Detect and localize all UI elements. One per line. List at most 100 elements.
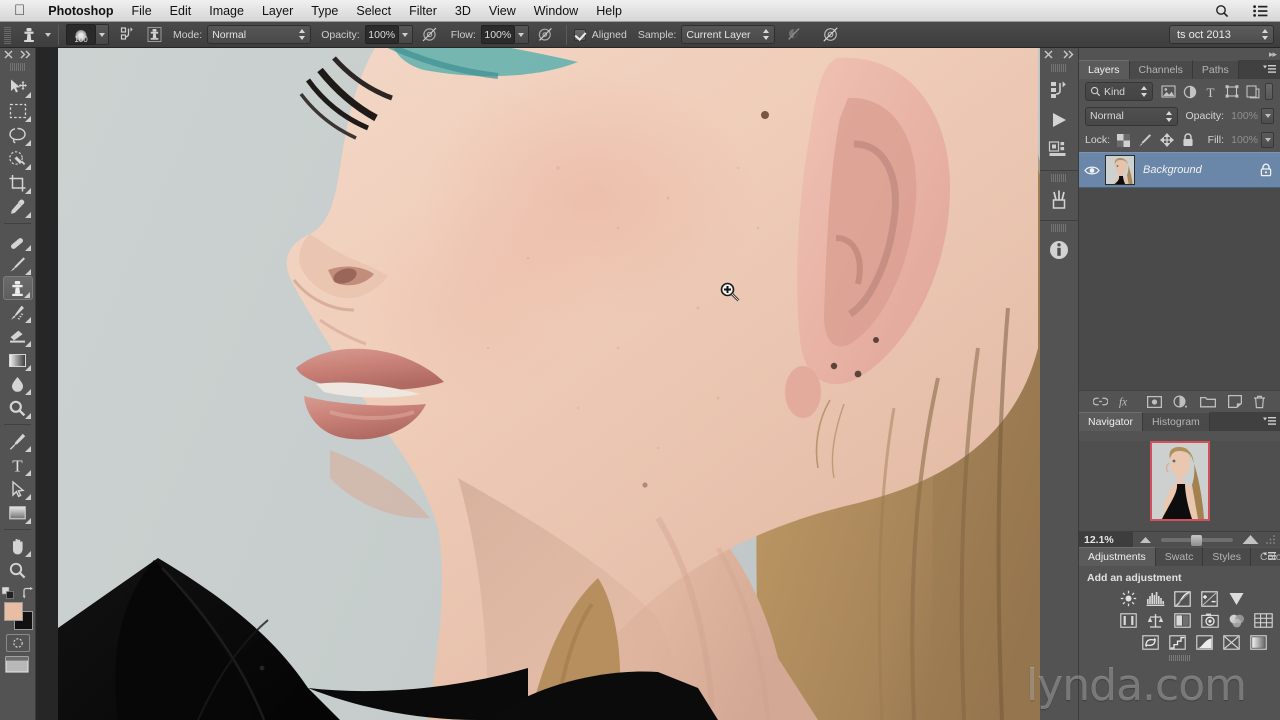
folder-icon[interactable]	[1200, 396, 1217, 408]
gradient-map-icon[interactable]	[1221, 633, 1242, 652]
rectangle-shape-tool[interactable]	[3, 501, 33, 525]
canvas-area[interactable]	[36, 48, 1040, 720]
type-tool[interactable]: T	[3, 453, 33, 477]
sample-select[interactable]: Current Layer	[681, 25, 776, 44]
eraser-tool[interactable]	[3, 324, 33, 348]
panel-menu-icon[interactable]	[1263, 64, 1276, 75]
posterize-icon[interactable]	[1167, 633, 1188, 652]
clone-stamp-icon[interactable]	[16, 25, 42, 45]
large-mountain-icon[interactable]	[1242, 534, 1259, 545]
panel-menu-icon[interactable]	[1263, 551, 1276, 562]
tab-navigator[interactable]: Navigator	[1079, 412, 1143, 431]
brush-tool[interactable]	[3, 252, 33, 276]
layer-filter-select[interactable]: Kind	[1085, 82, 1153, 101]
opacity-dropdown-button[interactable]	[398, 25, 413, 44]
exposure-icon[interactable]	[1199, 589, 1220, 608]
black-white-icon[interactable]	[1172, 611, 1193, 630]
toggle-clone-source-panel-icon[interactable]	[143, 25, 165, 45]
navigator-zoom-value[interactable]: 12.1%	[1079, 531, 1133, 548]
panel-collapse-bar[interactable]: ▸▸	[1079, 48, 1280, 60]
fx-icon[interactable]: fx	[1119, 395, 1135, 408]
mode-select[interactable]: Normal	[207, 25, 312, 44]
menu-item-edit[interactable]: Edit	[161, 0, 201, 22]
document-canvas[interactable]	[58, 48, 1040, 720]
zoom-slider-handle[interactable]	[1191, 534, 1202, 546]
clone-stamp-tool[interactable]	[2, 276, 33, 300]
pen-tool[interactable]	[3, 429, 33, 453]
new-layer-icon[interactable]	[1227, 395, 1242, 408]
menu-item-window[interactable]: Window	[525, 0, 587, 22]
aligned-checkbox[interactable]	[573, 28, 586, 41]
smart-object-filter-icon[interactable]	[1244, 83, 1261, 100]
airbrush-icon[interactable]	[535, 25, 557, 45]
foreground-color-swatch[interactable]	[3, 602, 23, 621]
tab-layers[interactable]: Layers	[1079, 60, 1130, 79]
tab-swatches[interactable]: Swatc	[1155, 547, 1204, 566]
brush-presets-panel-icon[interactable]	[1044, 185, 1074, 215]
path-selection-tool[interactable]	[3, 477, 33, 501]
filter-toggle-icon[interactable]	[1265, 83, 1273, 100]
spotlight-search-icon[interactable]	[1203, 4, 1241, 18]
menu-item-file[interactable]: File	[123, 0, 161, 22]
double-chevron-right-icon[interactable]	[1063, 50, 1074, 59]
zoom-tool[interactable]	[3, 558, 33, 582]
opacity-value[interactable]: 100%	[1224, 110, 1258, 122]
dock-group-grip-2[interactable]	[1051, 174, 1067, 182]
layer-thumbnail[interactable]	[1105, 155, 1135, 185]
flow-dropdown-button[interactable]	[514, 25, 529, 44]
panel-menu-icon[interactable]	[1263, 416, 1276, 427]
dodge-tool[interactable]	[3, 396, 33, 420]
brush-size-well[interactable]: 100	[66, 24, 96, 45]
layers-list-empty-area[interactable]	[1079, 188, 1280, 390]
lock-image-pixels-icon[interactable]	[1138, 133, 1152, 147]
navigator-panel-body[interactable]: 12.1%	[1079, 441, 1280, 548]
menu-item-3d[interactable]: 3D	[446, 0, 480, 22]
menu-item-help[interactable]: Help	[587, 0, 631, 22]
tools-panel-grip[interactable]	[9, 63, 26, 71]
opacity-input[interactable]: 100%	[364, 25, 399, 44]
double-chevron-right-icon[interactable]: ▸▸	[1269, 49, 1277, 60]
lock-transparent-pixels-icon[interactable]	[1117, 133, 1131, 147]
flow-input[interactable]: 100%	[480, 25, 515, 44]
type-layer-filter-icon[interactable]: T	[1202, 83, 1219, 100]
history-panel-icon[interactable]	[1044, 75, 1074, 105]
color-balance-icon[interactable]	[1145, 611, 1166, 630]
eye-icon[interactable]	[1079, 165, 1105, 176]
vibrance-icon[interactable]	[1226, 589, 1247, 608]
menu-item-type[interactable]: Type	[302, 0, 347, 22]
menu-item-photoshop[interactable]: Photoshop	[39, 0, 122, 22]
clone-source-panel-icon[interactable]	[1044, 135, 1074, 165]
curves-icon[interactable]	[1172, 589, 1193, 608]
tab-paths[interactable]: Paths	[1192, 60, 1239, 79]
small-mountain-icon[interactable]	[1139, 535, 1152, 544]
menu-item-filter[interactable]: Filter	[400, 0, 446, 22]
color-lookup-icon[interactable]	[1253, 611, 1274, 630]
brush-preset-picker-button[interactable]	[96, 24, 109, 45]
info-panel-icon[interactable]	[1044, 235, 1074, 265]
double-chevron-right-icon[interactable]	[20, 50, 31, 59]
tab-channels[interactable]: Channels	[1129, 60, 1193, 79]
apple-logo-icon[interactable]: 	[14, 3, 25, 18]
workspace-select[interactable]: ts oct 2013	[1169, 25, 1274, 44]
quick-mask-icon[interactable]	[5, 634, 30, 652]
resize-grip-icon[interactable]	[1265, 534, 1277, 546]
trash-icon[interactable]	[1253, 395, 1266, 409]
hand-tool[interactable]	[3, 534, 33, 558]
pressure-size-icon[interactable]	[819, 25, 841, 45]
lock-position-icon[interactable]	[1160, 133, 1175, 147]
link-icon[interactable]	[1092, 396, 1108, 407]
color-swatches[interactable]	[3, 602, 33, 630]
table-row[interactable]: Background	[1079, 152, 1280, 188]
close-icon[interactable]	[1044, 50, 1053, 59]
crop-tool[interactable]	[3, 171, 33, 195]
lock-all-icon[interactable]	[1182, 133, 1194, 147]
lasso-tool[interactable]	[3, 123, 33, 147]
menu-item-image[interactable]: Image	[200, 0, 253, 22]
ignore-adjustment-layers-icon[interactable]	[783, 25, 805, 45]
blend-mode-select[interactable]: Normal	[1085, 106, 1179, 126]
menu-item-view[interactable]: View	[480, 0, 525, 22]
default-colors-icon[interactable]	[1, 587, 14, 599]
spot-healing-brush-tool[interactable]	[3, 228, 33, 252]
gradient-tool[interactable]	[3, 348, 33, 372]
invert-icon[interactable]	[1140, 633, 1161, 652]
